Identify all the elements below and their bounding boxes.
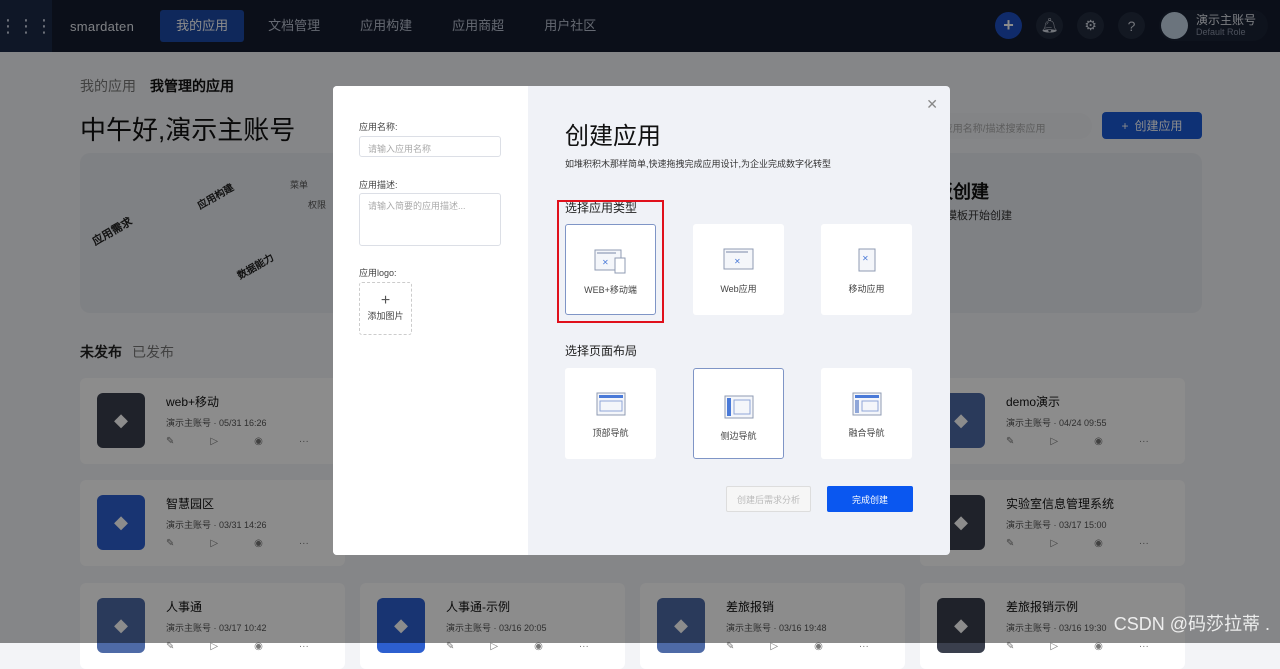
type-web[interactable]: ✕ Web应用 (693, 224, 784, 315)
dialog-subtitle: 如堆积积木那样简单,快速拖拽完成应用设计,为企业完成数字化转型 (565, 159, 832, 169)
web-icon: ✕ (723, 248, 753, 270)
svg-text:✕: ✕ (734, 257, 741, 266)
desc-label: 应用描述: (359, 180, 398, 190)
svg-text:✕: ✕ (862, 254, 869, 263)
top-nav-layout-icon (596, 392, 625, 416)
type-label: WEB+移动端 (584, 285, 637, 295)
layout-top-nav[interactable]: 顶部导航 (565, 368, 656, 459)
type-label: 移动应用 (848, 284, 885, 294)
dialog-title: 创建应用 (565, 123, 661, 150)
create-then-analyze-button[interactable]: 创建后需求分析 (726, 486, 811, 512)
layout-label: 侧边导航 (720, 431, 757, 441)
web-mobile-icon: ✕ (594, 249, 625, 274)
upload-label: 添加图片 (367, 311, 404, 321)
type-web-mobile[interactable]: ✕ WEB+移动端 (565, 224, 656, 315)
type-mobile[interactable]: ✕ 移动应用 (821, 224, 912, 315)
watermark: CSDN @码莎拉蒂 . (1113, 614, 1270, 634)
layout-mixed-nav[interactable]: 融合导航 (821, 368, 912, 459)
app-desc-input[interactable]: 请输入简要的应用描述... (359, 193, 501, 246)
plus-icon: + (380, 292, 391, 309)
app-name-input[interactable]: 请输入应用名称 (359, 136, 501, 157)
type-label: Web应用 (720, 284, 757, 294)
layout-label: 顶部导航 (592, 428, 629, 438)
finish-create-button[interactable]: 完成创建 (827, 486, 913, 512)
side-nav-layout-icon (724, 395, 753, 419)
create-app-dialog: 应用名称: 请输入应用名称 应用描述: 请输入简要的应用描述... 应用logo… (333, 86, 950, 555)
name-label: 应用名称: (359, 122, 398, 132)
logo-label: 应用logo: (359, 268, 397, 278)
mobile-icon: ✕ (858, 248, 875, 272)
layout-side-nav[interactable]: 侧边导航 (693, 368, 784, 459)
svg-text:✕: ✕ (602, 258, 609, 267)
layout-section-title: 选择页面布局 (565, 344, 638, 358)
logo-upload[interactable]: + 添加图片 (359, 282, 412, 335)
mixed-nav-layout-icon (852, 392, 881, 416)
layout-label: 融合导航 (848, 428, 885, 438)
close-icon[interactable]: ✕ (926, 96, 938, 113)
